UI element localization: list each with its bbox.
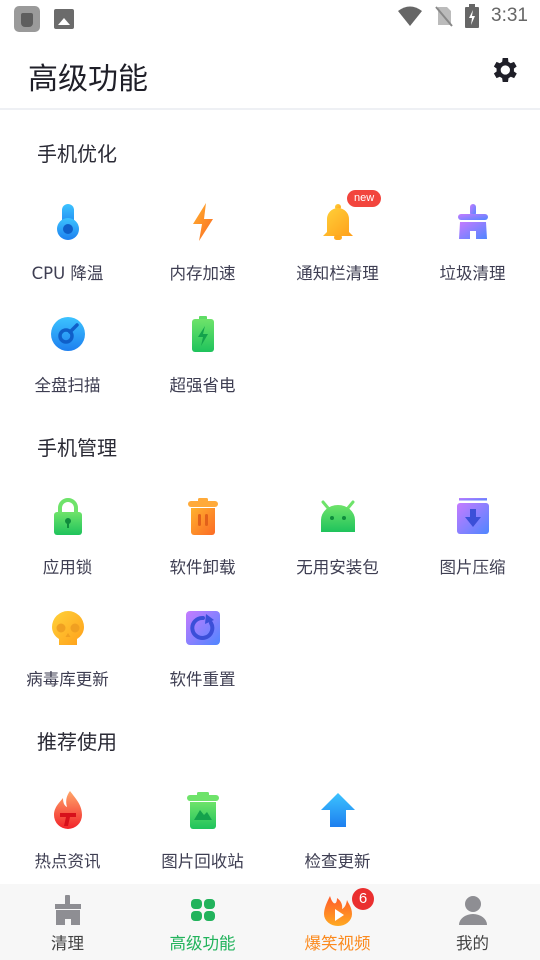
tab-label: 我的 (456, 934, 489, 953)
feature-label: 软件卸载 (169, 558, 236, 577)
feature-label: 超强省电 (169, 376, 236, 395)
tab-label: 爆笑视频 (304, 934, 371, 953)
feature-label: 通知栏清理 (296, 264, 379, 283)
lock-icon (53, 498, 82, 535)
image-notification-icon (54, 9, 74, 29)
feature-label: 垃圾清理 (439, 264, 506, 283)
app-bar: 高级功能 (0, 36, 540, 110)
tab-advanced[interactable]: 高级功能 (135, 884, 270, 960)
feature-check-update[interactable]: 检查更新 (270, 790, 405, 890)
feature-app-lock[interactable]: 应用锁 (0, 496, 135, 596)
feature-virus-db-update[interactable]: 病毒库更新 (0, 608, 135, 708)
page-title: 高级功能 (28, 62, 148, 97)
tab-mine[interactable]: 我的 (405, 884, 540, 960)
feature-label: CPU 降温 (31, 264, 104, 283)
broom-icon (457, 204, 488, 239)
trash-icon (187, 498, 218, 535)
battery-charging-icon (465, 4, 480, 28)
status-bar: 3:31 (0, 0, 540, 36)
feature-label: 全盘扫描 (34, 376, 101, 395)
feature-label: 热点资讯 (34, 852, 101, 871)
tab-clean[interactable]: 清理 (0, 884, 135, 960)
feature-label: 图片压缩 (439, 558, 506, 577)
feature-memory-boost[interactable]: 内存加速 (135, 202, 270, 302)
android-icon (320, 500, 355, 532)
section-title-recommend: 推荐使用 (37, 730, 117, 754)
feature-notification-clean[interactable]: new 通知栏清理 (270, 190, 405, 302)
arrow-up-icon (320, 793, 355, 827)
video-flame-icon (323, 896, 352, 926)
bell-icon (322, 204, 353, 240)
no-sim-icon (435, 6, 453, 27)
feature-label: 内存加速 (169, 264, 236, 283)
clover-icon (190, 899, 215, 921)
battery-icon (191, 316, 214, 352)
feature-hot-news[interactable]: 热点资讯 (0, 790, 135, 890)
person-icon (458, 896, 487, 925)
tab-label: 高级功能 (169, 934, 236, 953)
feature-useless-apk[interactable]: 无用安装包 (270, 496, 405, 596)
feature-uninstall[interactable]: 软件卸载 (135, 496, 270, 596)
wifi-icon (398, 6, 423, 26)
feature-app-reset[interactable]: 软件重置 (135, 608, 270, 708)
feature-label: 无用安装包 (296, 558, 379, 577)
scan-icon (50, 317, 85, 351)
skull-icon (51, 611, 84, 645)
feature-label: 检查更新 (304, 852, 371, 871)
lightning-icon (192, 203, 213, 241)
feature-label: 软件重置 (169, 670, 236, 689)
feature-image-compress[interactable]: 图片压缩 (405, 496, 540, 596)
app-notification-icon (14, 6, 40, 32)
broom-icon (54, 895, 81, 925)
section-title-manage: 手机管理 (37, 436, 117, 460)
clock: 3:31 (491, 5, 528, 26)
feature-label: 图片回收站 (161, 852, 244, 871)
feature-label: 应用锁 (42, 558, 93, 577)
feature-photo-recycle[interactable]: 图片回收站 (135, 790, 270, 890)
flame-icon (53, 791, 82, 829)
reset-icon (185, 611, 220, 645)
thermometer-icon (56, 204, 79, 240)
new-badge: new (347, 190, 382, 207)
video-count-badge: 6 (352, 888, 374, 910)
tab-label: 清理 (51, 934, 84, 953)
tab-funny-video[interactable]: 6 爆笑视频 (270, 884, 405, 960)
feature-cpu-cool[interactable]: CPU 降温 (0, 202, 135, 302)
feature-label: 病毒库更新 (26, 670, 109, 689)
feature-full-scan[interactable]: 全盘扫描 (0, 314, 135, 414)
compress-icon (456, 498, 489, 534)
section-title-optimize: 手机优化 (37, 142, 117, 166)
gear-icon[interactable] (488, 54, 520, 86)
bottom-nav: 清理 高级功能 6 爆笑视频 我的 (0, 884, 540, 960)
photo-recycle-icon (186, 792, 219, 829)
feature-junk-clean[interactable]: 垃圾清理 (405, 202, 540, 302)
feature-power-save[interactable]: 超强省电 (135, 314, 270, 414)
